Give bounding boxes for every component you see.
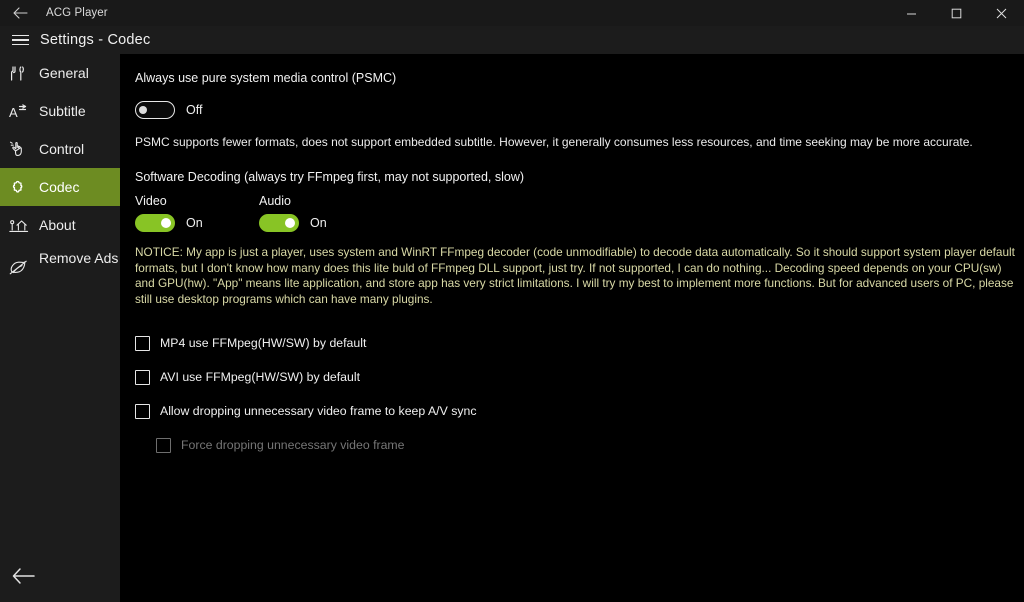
sidebar-item-label: Subtitle: [39, 102, 86, 119]
back-arrow-icon: [12, 7, 28, 19]
sidebar-item-label: About: [39, 216, 76, 233]
sidebar-item-control[interactable]: Control: [0, 130, 120, 168]
sidebar: General A Subtitle Control Codec About R…: [0, 54, 120, 602]
toggle-knob: [139, 106, 147, 114]
sidebar-item-remove-ads[interactable]: Remove Ads: [0, 244, 120, 294]
subtitle-icon: A: [9, 98, 39, 124]
sidebar-item-label: Control: [39, 140, 85, 157]
sidebar-item-subtitle[interactable]: A Subtitle: [0, 92, 120, 130]
checkbox-label: Allow dropping unnecessary video frame t…: [160, 404, 477, 419]
checkbox-label: MP4 use FFMpeg(HW/SW) by default: [160, 336, 367, 351]
psmc-title: Always use pure system media control (PS…: [135, 71, 397, 85]
toggle-knob: [161, 218, 171, 228]
minimize-icon: [907, 13, 916, 14]
video-toggle-label: On: [186, 216, 203, 230]
audio-decoding-group: Audio On: [259, 194, 383, 232]
close-button[interactable]: [979, 0, 1024, 26]
psmc-toggle-row: Off: [135, 101, 1024, 119]
checkbox-row-force-drop: Force dropping unnecessary video frame: [156, 435, 1024, 455]
home-info-icon: [9, 212, 39, 238]
psmc-toggle[interactable]: [135, 101, 175, 119]
checkbox-list: MP4 use FFMpeg(HW/SW) by default AVI use…: [135, 333, 1024, 455]
checkbox-label: Force dropping unnecessary video frame: [181, 438, 405, 453]
psmc-description: PSMC supports fewer formats, does not su…: [135, 135, 973, 149]
maximize-icon: [951, 8, 962, 18]
hamburger-line: [11, 43, 29, 46]
back-arrow-icon: [12, 568, 35, 584]
toggle-knob: [285, 218, 295, 228]
header-bar: Settings - Codec: [0, 26, 1024, 54]
video-decoding-group: Video On: [135, 194, 259, 232]
sidebar-back-button[interactable]: [0, 556, 120, 596]
psmc-toggle-label: Off: [186, 103, 203, 117]
avi-checkbox[interactable]: [135, 369, 150, 385]
checkbox-row-mp4[interactable]: MP4 use FFMpeg(HW/SW) by default: [135, 333, 1024, 353]
checkbox-row-allow-drop[interactable]: Allow dropping unnecessary video frame t…: [135, 401, 1024, 421]
hamburger-line: [11, 39, 29, 41]
video-label: Video: [135, 194, 167, 208]
video-toggle[interactable]: [135, 214, 175, 232]
title-bar: ACG Player: [0, 0, 1024, 26]
hand-click-icon: [9, 136, 39, 162]
notice-text: NOTICE: My app is just a player, uses sy…: [135, 245, 1015, 306]
sidebar-item-about[interactable]: About: [0, 206, 120, 244]
hamburger-menu-icon[interactable]: [0, 26, 40, 54]
audio-toggle[interactable]: [259, 214, 299, 232]
titlebar-back-button[interactable]: [0, 0, 40, 26]
app-window: ACG Player Settings - Codec General A Su…: [0, 0, 1024, 602]
svg-text:A: A: [9, 105, 18, 120]
software-decoding-toggles: Video On Audio On: [135, 194, 1024, 232]
audio-toggle-row: On: [259, 214, 383, 232]
settings-content: Always use pure system media control (PS…: [120, 54, 1024, 602]
close-icon: [996, 8, 1007, 18]
sidebar-item-label: Codec: [39, 178, 80, 195]
software-decoding-title: Software Decoding (always try FFmpeg fir…: [135, 170, 525, 184]
leaf-icon: [9, 254, 39, 280]
minimize-button[interactable]: [889, 0, 934, 26]
sidebar-item-label: Remove Ads: [39, 250, 119, 266]
checkbox-row-avi[interactable]: AVI use FFMpeg(HW/SW) by default: [135, 367, 1024, 387]
allow-drop-frame-checkbox[interactable]: [135, 403, 150, 419]
page-title: Settings - Codec: [40, 32, 151, 48]
audio-label: Audio: [259, 194, 291, 208]
mp4-checkbox[interactable]: [135, 335, 150, 351]
maximize-button[interactable]: [934, 0, 979, 26]
force-drop-frame-checkbox: [156, 437, 171, 453]
sidebar-item-codec[interactable]: Codec: [0, 168, 120, 206]
tools-icon: [9, 60, 39, 86]
app-title: ACG Player: [46, 7, 108, 19]
video-toggle-row: On: [135, 214, 259, 232]
puzzle-icon: [9, 174, 39, 200]
hamburger-line: [11, 34, 29, 37]
sidebar-item-general[interactable]: General: [0, 54, 120, 92]
audio-toggle-label: On: [310, 216, 327, 230]
checkbox-label: AVI use FFMpeg(HW/SW) by default: [160, 370, 360, 385]
sidebar-item-label: General: [39, 64, 89, 81]
